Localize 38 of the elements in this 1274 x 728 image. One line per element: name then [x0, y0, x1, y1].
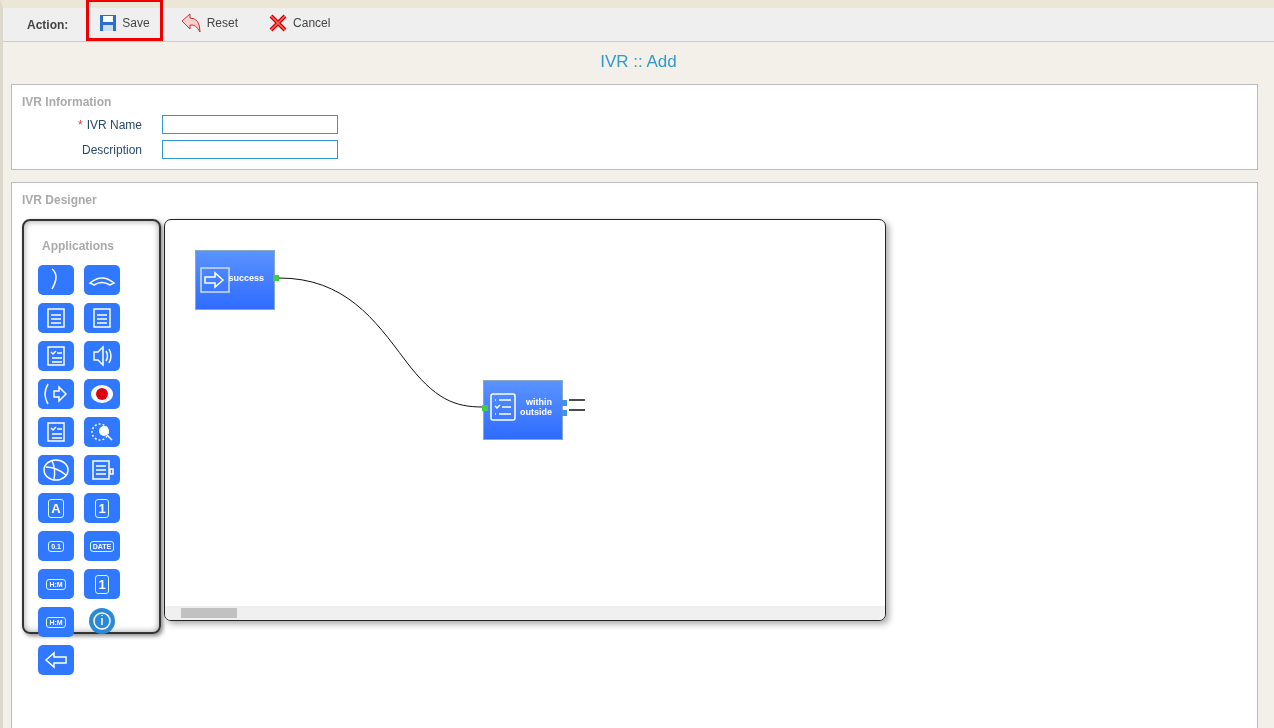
page-title: IVR :: Add	[599, 51, 678, 73]
checklist-icon[interactable]	[38, 417, 74, 447]
input-icon[interactable]: A	[38, 493, 74, 523]
section-title: IVR Designer	[22, 193, 98, 207]
speaker-icon[interactable]	[84, 341, 120, 371]
scrollbar-thumb[interactable]	[181, 608, 237, 618]
transfer-icon[interactable]	[38, 379, 74, 409]
output-label: outside	[520, 407, 552, 417]
horizontal-scrollbar[interactable]	[165, 606, 885, 620]
hangup-icon[interactable]	[84, 265, 120, 295]
cancel-button[interactable]: Cancel	[255, 0, 344, 41]
port-handle[interactable]	[482, 405, 488, 411]
calendar-icon[interactable]	[38, 303, 74, 333]
grid-speaker-icon[interactable]	[84, 455, 120, 485]
input-icon[interactable]: 1	[84, 493, 120, 523]
output-label: success	[228, 273, 264, 283]
field-label: IVR Name	[86, 117, 142, 132]
palette-title: Applications	[42, 239, 115, 253]
port-handle[interactable]	[273, 275, 279, 281]
output-label: within	[526, 397, 552, 407]
save-button[interactable]: Save	[86, 0, 163, 41]
input-field[interactable]	[162, 115, 338, 134]
gear-search-icon[interactable]	[84, 417, 120, 447]
reset-button[interactable]: Reset	[166, 0, 252, 41]
section-title: IVR Information	[22, 95, 113, 109]
action-label: Action:	[27, 17, 69, 32]
globe-icon[interactable]	[38, 455, 74, 485]
input-field[interactable]	[162, 140, 338, 159]
connector-line	[568, 409, 586, 411]
connector-line	[568, 399, 586, 401]
close-icon	[268, 12, 289, 33]
undo-arrow-icon	[179, 12, 202, 33]
input-icon[interactable]: 1	[84, 569, 120, 599]
field-label: Description	[81, 142, 142, 157]
calendar-icon[interactable]	[84, 303, 120, 333]
record-icon[interactable]	[84, 379, 120, 409]
checklist-icon[interactable]	[38, 341, 74, 371]
required-mark: *	[77, 117, 83, 132]
